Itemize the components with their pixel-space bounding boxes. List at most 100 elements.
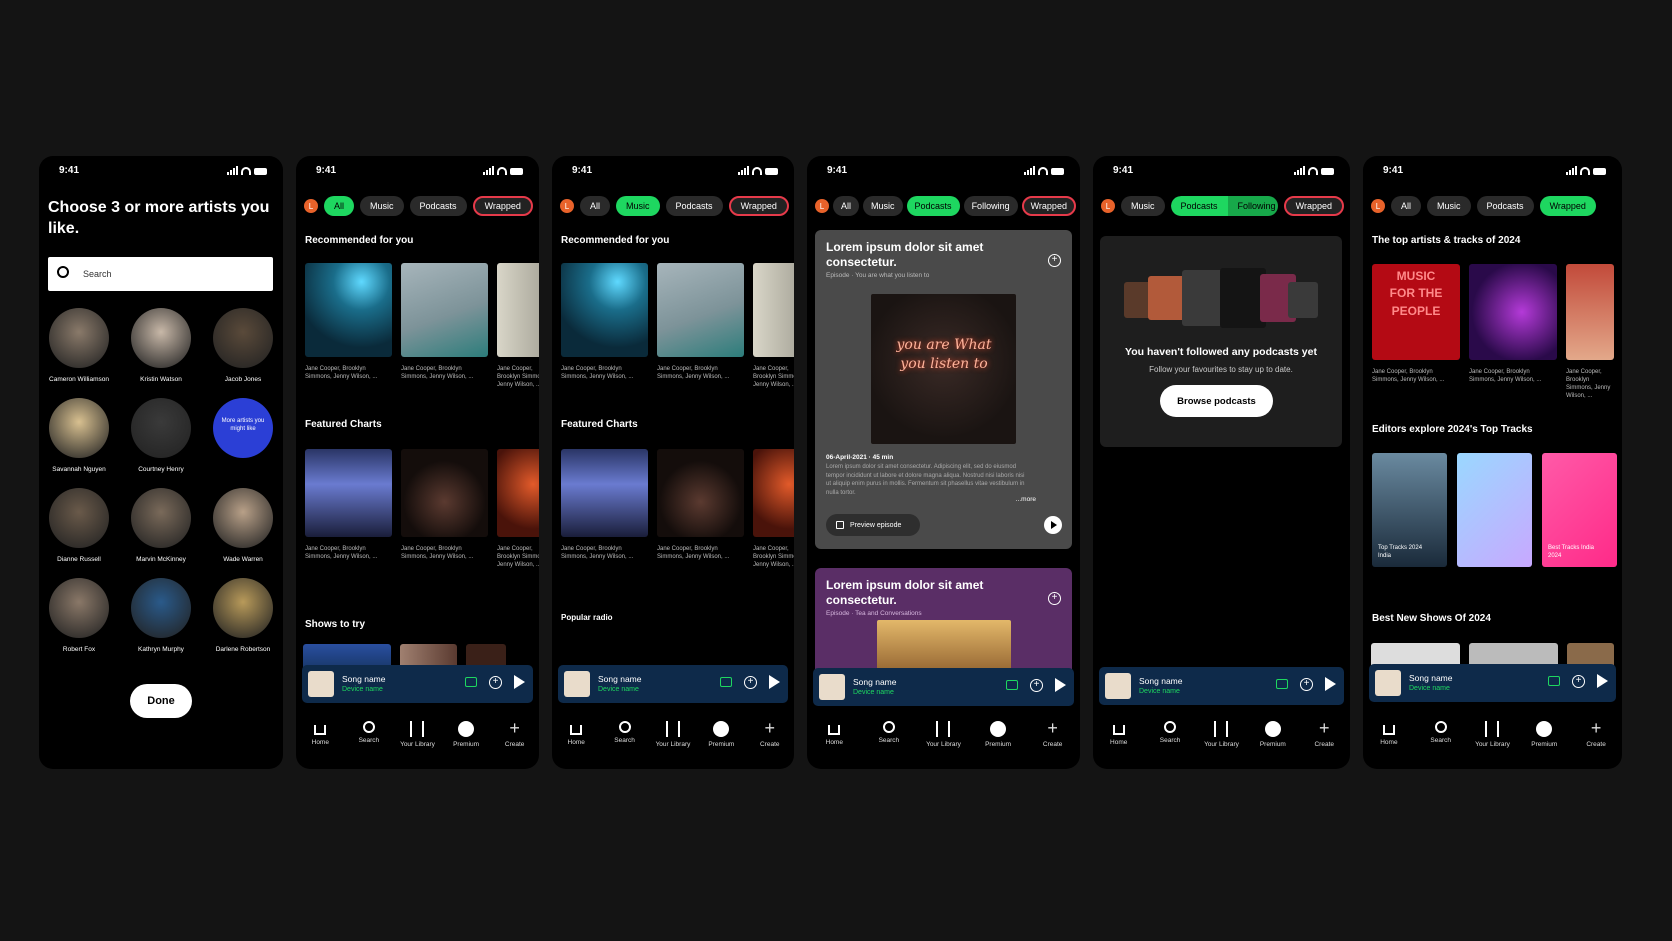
- add-icon[interactable]: +: [1030, 678, 1043, 692]
- album-tile[interactable]: Jane Cooper, Brooklyn Simmons, Jenny Wil…: [1566, 264, 1614, 400]
- play-icon[interactable]: [1597, 674, 1608, 688]
- artist-item[interactable]: Wade Warren: [212, 488, 274, 563]
- album-tile[interactable]: Jane Cooper, Brooklyn Simmons, Jenny Wil…: [753, 263, 794, 389]
- device-icon[interactable]: [1276, 679, 1288, 689]
- album-tile[interactable]: Jane Cooper, Brooklyn Simmons, Jenny Wil…: [1469, 264, 1557, 400]
- avatar[interactable]: L: [1371, 199, 1385, 213]
- tab-premium[interactable]: Premium: [1524, 721, 1564, 761]
- artist-item[interactable]: Robert Fox: [48, 578, 110, 653]
- album-tile[interactable]: MUSIC FOR THE PEOPLE Jane Cooper, Brookly…: [1372, 264, 1460, 400]
- avatar[interactable]: L: [304, 199, 318, 213]
- tab-search[interactable]: Search: [869, 721, 909, 761]
- tab-premium[interactable]: Premium: [701, 721, 741, 761]
- chart-tile[interactable]: Jane Cooper, Brooklyn Simmons, Jenny Wil…: [401, 449, 488, 569]
- tab-premium[interactable]: Premium: [1253, 721, 1293, 761]
- tab-library[interactable]: Your Library: [397, 721, 437, 761]
- album-tile[interactable]: Jane Cooper, Brooklyn Simmons, Jenny Wil…: [657, 263, 744, 389]
- play-icon[interactable]: [514, 675, 525, 689]
- chip-music[interactable]: Music: [1427, 196, 1471, 216]
- artist-item[interactable]: Dianne Russell: [48, 488, 110, 563]
- play-icon[interactable]: [1325, 677, 1336, 691]
- tab-create[interactable]: + Create: [1304, 719, 1344, 761]
- play-button[interactable]: [1044, 516, 1062, 534]
- avatar[interactable]: L: [560, 199, 574, 213]
- playlist-tile[interactable]: Top Tracks 2024 India: [1372, 453, 1447, 567]
- device-icon[interactable]: [1548, 676, 1560, 686]
- chip-wrapped[interactable]: Wrapped: [472, 196, 533, 216]
- browse-podcasts-button[interactable]: Browse podcasts: [1160, 385, 1273, 417]
- tab-create[interactable]: + Create: [495, 719, 535, 761]
- chip-wrapped[interactable]: Wrapped: [1539, 196, 1596, 216]
- tab-create[interactable]: + Create: [1033, 719, 1073, 761]
- avatar[interactable]: L: [815, 199, 829, 213]
- device-icon[interactable]: [1006, 680, 1018, 690]
- tab-create[interactable]: + Create: [750, 719, 790, 761]
- chip-all[interactable]: All: [580, 196, 611, 216]
- add-icon[interactable]: +: [1048, 592, 1061, 605]
- tab-search[interactable]: Search: [1150, 721, 1190, 761]
- chart-tile[interactable]: Jane Cooper, Brooklyn Simmons, Jenny Wil…: [305, 449, 392, 569]
- add-icon[interactable]: +: [744, 675, 757, 689]
- tab-premium[interactable]: Premium: [978, 721, 1018, 761]
- tab-home[interactable]: Home: [556, 721, 596, 761]
- add-icon[interactable]: +: [1048, 254, 1061, 267]
- chip-following[interactable]: Following: [963, 196, 1018, 216]
- chip-music[interactable]: Music: [360, 196, 404, 216]
- artist-item[interactable]: Courtney Henry: [130, 398, 192, 473]
- chip-wrapped[interactable]: Wrapped: [1021, 196, 1076, 216]
- episode-card[interactable]: Lorem ipsum dolor sit amet consectetur. …: [815, 230, 1072, 549]
- album-tile[interactable]: Jane Cooper, Brooklyn Simmons, Jenny Wil…: [561, 263, 648, 389]
- tab-home[interactable]: Home: [814, 721, 854, 761]
- device-icon[interactable]: [465, 677, 477, 687]
- chip-podcasts[interactable]: Podcasts: [906, 196, 960, 216]
- album-tile[interactable]: Jane Cooper, Brooklyn Simmons, Jenny Wil…: [401, 263, 488, 389]
- tab-library[interactable]: Your Library: [1201, 721, 1241, 761]
- artist-item[interactable]: Marvin McKinney: [130, 488, 192, 563]
- mini-player[interactable]: Song name Device name +: [302, 665, 533, 703]
- play-icon[interactable]: [769, 675, 780, 689]
- chip-podcasts[interactable]: Podcasts: [1476, 196, 1534, 216]
- artist-item[interactable]: Kristin Watson: [130, 308, 192, 383]
- mini-player[interactable]: Song name Device name +: [813, 668, 1074, 706]
- chip-podcasts[interactable]: Podcasts: [1170, 196, 1228, 216]
- tab-search[interactable]: Search: [349, 721, 389, 761]
- tab-search[interactable]: Search: [605, 721, 645, 761]
- artist-item[interactable]: Darlene Robertson: [212, 578, 274, 653]
- tab-library[interactable]: Your Library: [1472, 721, 1512, 761]
- chart-tile[interactable]: Jane Cooper, Brooklyn Simmons, Jenny Wil…: [753, 449, 794, 569]
- device-icon[interactable]: [720, 677, 732, 687]
- play-icon[interactable]: [1055, 678, 1066, 692]
- chip-music[interactable]: Music: [1121, 196, 1165, 216]
- tab-home[interactable]: Home: [1099, 721, 1139, 761]
- album-tile[interactable]: Jane Cooper, Brooklyn Simmons, Jenny Wil…: [305, 263, 392, 389]
- chip-wrapped[interactable]: Wrapped: [728, 196, 789, 216]
- artist-item[interactable]: Savannah Nguyen: [48, 398, 110, 473]
- chip-podcasts[interactable]: Podcasts: [665, 196, 723, 216]
- chart-tile[interactable]: Jane Cooper, Brooklyn Simmons, Jenny Wil…: [657, 449, 744, 569]
- playlist-tile[interactable]: Best Tracks India 2024: [1542, 453, 1617, 567]
- playlist-tile[interactable]: [1457, 453, 1532, 567]
- tab-library[interactable]: Your Library: [653, 721, 693, 761]
- tab-search[interactable]: Search: [1421, 721, 1461, 761]
- chip-podcasts[interactable]: Podcasts: [409, 196, 467, 216]
- tab-premium[interactable]: Premium: [446, 721, 486, 761]
- chip-wrapped[interactable]: Wrapped: [1283, 196, 1344, 216]
- artist-item[interactable]: Jacob Jones: [212, 308, 274, 383]
- add-icon[interactable]: +: [489, 675, 502, 689]
- add-icon[interactable]: +: [1300, 677, 1313, 691]
- more-link[interactable]: ...more: [1016, 496, 1036, 503]
- chart-tile[interactable]: Jane Cooper, Brooklyn Simmons, Jenny Wil…: [497, 449, 539, 569]
- tab-library[interactable]: Your Library: [923, 721, 963, 761]
- chart-tile[interactable]: Jane Cooper, Brooklyn Simmons, Jenny Wil…: [561, 449, 648, 569]
- chip-music[interactable]: Music: [863, 196, 903, 216]
- tab-create[interactable]: + Create: [1576, 719, 1616, 761]
- mini-player[interactable]: Song name Device name +: [1099, 667, 1344, 705]
- mini-player[interactable]: Song name Device name +: [1369, 664, 1616, 702]
- artist-item[interactable]: Cameron Williamson: [48, 308, 110, 383]
- chip-all[interactable]: All: [324, 196, 355, 216]
- artist-item[interactable]: Kathryn Murphy: [130, 578, 192, 653]
- add-icon[interactable]: +: [1572, 674, 1585, 688]
- tab-home[interactable]: Home: [300, 721, 340, 761]
- done-button[interactable]: Done: [130, 684, 192, 718]
- preview-episode-button[interactable]: Preview episode: [826, 514, 920, 536]
